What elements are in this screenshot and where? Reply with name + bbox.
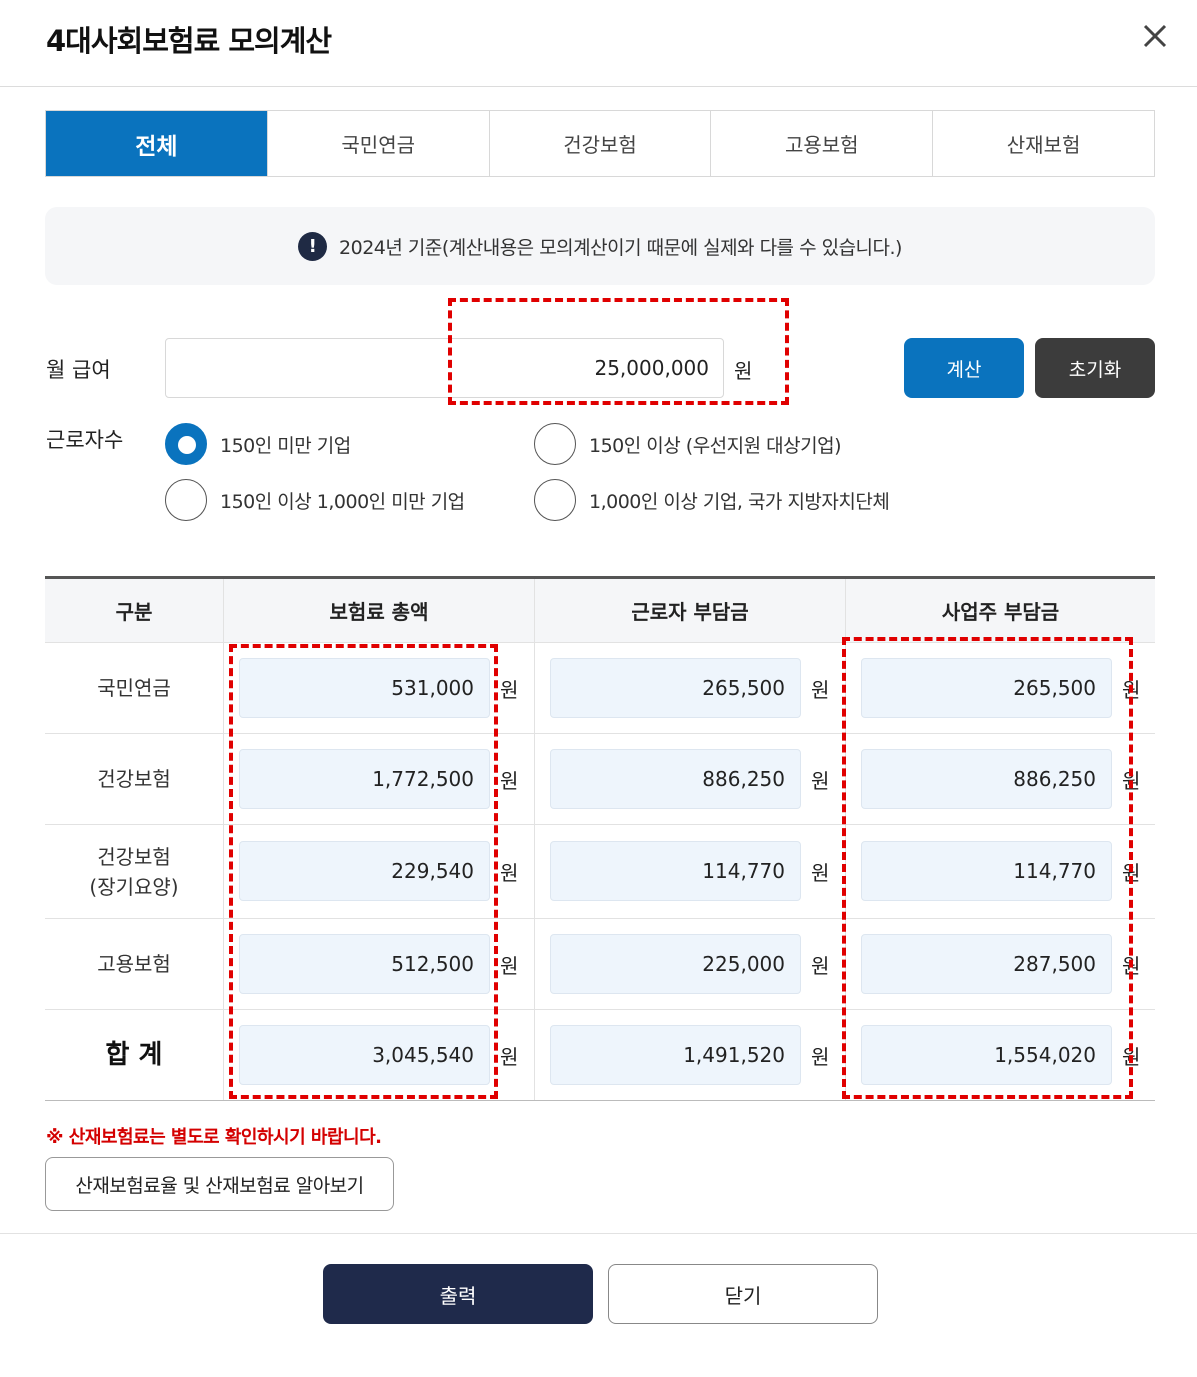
employer-value: 1,554,020 — [861, 1025, 1112, 1085]
employee-cell: 225,000 원 — [534, 919, 845, 1009]
unit-label: 원 — [811, 954, 830, 978]
radio-unselected-icon[interactable] — [165, 479, 207, 521]
tab-industrial-accident-insurance[interactable]: 산재보험 — [932, 111, 1154, 176]
radio-150-priority[interactable]: 150인 이상 (우선지원 대상기업) — [534, 423, 842, 465]
row-label: 국민연금 — [97, 676, 171, 700]
tab-bar: 전체 국민연금 건강보험 고용보험 산재보험 — [45, 110, 1155, 177]
unit-label: 원 — [811, 1045, 830, 1069]
table-header: 구분 보험료 총액 근로자 부담금 사업주 부담금 — [45, 579, 1155, 643]
notice-banner: ! 2024년 기준(계산내용은 모의계산이기 때문에 실제와 다를 수 있습니… — [45, 207, 1155, 285]
total-value: 229,540 — [239, 841, 490, 901]
employee-value: 886,250 — [550, 749, 801, 809]
dialog-header: 4대사회보험료 모의계산 — [0, 0, 1197, 87]
tab-health-insurance[interactable]: 건강보험 — [488, 111, 711, 176]
row-label: 건강보험 (장기요양) — [89, 844, 179, 899]
close-icon[interactable] — [1137, 18, 1173, 54]
employee-value: 265,500 — [550, 658, 801, 718]
salary-input[interactable] — [165, 338, 724, 398]
industrial-accident-info-button[interactable]: 산재보험료율 및 산재보험료 알아보기 — [45, 1157, 394, 1211]
unit-label: 원 — [500, 678, 519, 702]
unit-label: 원 — [811, 861, 830, 885]
employee-cell: 114,770 원 — [534, 825, 845, 918]
row-label: 건강보험 — [97, 767, 171, 791]
employer-cell: 287,500 원 — [845, 919, 1155, 1009]
premium-table: 구분 보험료 총액 근로자 부담금 사업주 부담금 국민연금 531,000 원 … — [45, 576, 1155, 1101]
employer-value: 265,500 — [861, 658, 1112, 718]
header-total: 보험료 총액 — [223, 579, 534, 642]
unit-label: 원 — [500, 769, 519, 793]
table-row: 국민연금 531,000 원 265,500 원 265,500 원 — [45, 643, 1155, 734]
unit-label: 원 — [1122, 1045, 1141, 1069]
row-label: 고용보험 — [97, 952, 171, 976]
tab-national-pension[interactable]: 국민연금 — [266, 111, 489, 176]
total-cell: 1,772,500 원 — [223, 734, 534, 824]
employer-cell: 265,500 원 — [845, 643, 1155, 733]
salary-unit: 원 — [734, 359, 753, 383]
employee-value: 225,000 — [550, 934, 801, 994]
radio-over-1000[interactable]: 1,000인 이상 기업, 국가 지방자치단체 — [534, 479, 890, 521]
salary-label: 월 급여 — [46, 358, 111, 382]
calculate-button[interactable]: 계산 — [904, 338, 1024, 398]
header-category: 구분 — [115, 600, 153, 624]
exclamation-icon: ! — [298, 231, 328, 261]
unit-label: 원 — [811, 678, 830, 702]
reset-button[interactable]: 초기화 — [1035, 338, 1155, 398]
radio-label: 1,000인 이상 기업, 국가 지방자치단체 — [589, 490, 890, 513]
close-button[interactable]: 닫기 — [608, 1264, 878, 1324]
unit-label: 원 — [811, 769, 830, 793]
radio-label: 150인 이상 (우선지원 대상기업) — [589, 434, 842, 457]
radio-label: 150인 이상 1,000인 미만 기업 — [220, 490, 465, 513]
total-cell: 229,540 원 — [223, 825, 534, 918]
dialog-title: 4대사회보험료 모의계산 — [46, 24, 332, 58]
header-employer: 사업주 부담금 — [845, 579, 1155, 642]
employee-value: 114,770 — [550, 841, 801, 901]
radio-under-150[interactable]: 150인 미만 기업 — [165, 423, 351, 465]
total-row-label: 합 계 — [105, 1040, 163, 1070]
employee-cell: 886,250 원 — [534, 734, 845, 824]
employer-value: 886,250 — [861, 749, 1112, 809]
employer-value: 287,500 — [861, 934, 1112, 994]
radio-selected-icon[interactable] — [165, 423, 207, 465]
table-total-row: 합 계 3,045,540 원 1,491,520 원 1,554,020 원 — [45, 1010, 1155, 1101]
total-cell: 512,500 원 — [223, 919, 534, 1009]
print-button[interactable]: 출력 — [323, 1264, 593, 1324]
unit-label: 원 — [500, 1045, 519, 1069]
employer-value: 114,770 — [861, 841, 1112, 901]
employee-cell: 265,500 원 — [534, 643, 845, 733]
total-value: 3,045,540 — [239, 1025, 490, 1085]
radio-label: 150인 미만 기업 — [220, 434, 351, 457]
radio-unselected-icon[interactable] — [534, 479, 576, 521]
unit-label: 원 — [1122, 954, 1141, 978]
tab-all[interactable]: 전체 — [46, 111, 267, 176]
employee-value: 1,491,520 — [550, 1025, 801, 1085]
total-value: 512,500 — [239, 934, 490, 994]
radio-unselected-icon[interactable] — [534, 423, 576, 465]
total-value: 1,772,500 — [239, 749, 490, 809]
table-row: 고용보험 512,500 원 225,000 원 287,500 원 — [45, 919, 1155, 1010]
header-employee: 근로자 부담금 — [534, 579, 845, 642]
total-value: 531,000 — [239, 658, 490, 718]
total-cell: 531,000 원 — [223, 643, 534, 733]
tab-employment-insurance[interactable]: 고용보험 — [710, 111, 932, 176]
unit-label: 원 — [1122, 861, 1141, 885]
table-row: 건강보험 1,772,500 원 886,250 원 886,250 원 — [45, 734, 1155, 825]
notice-text: 2024년 기준(계산내용은 모의계산이기 때문에 실제와 다를 수 있습니다.… — [339, 236, 902, 259]
unit-label: 원 — [500, 954, 519, 978]
unit-label: 원 — [1122, 769, 1141, 793]
table-row: 건강보험 (장기요양) 229,540 원 114,770 원 114,770 원 — [45, 825, 1155, 919]
warning-text: ※ 산재보험료는 별도로 확인하시기 바랍니다. — [46, 1127, 382, 1148]
total-cell: 3,045,540 원 — [223, 1010, 534, 1100]
unit-label: 원 — [500, 861, 519, 885]
employer-cell: 1,554,020 원 — [845, 1010, 1155, 1100]
unit-label: 원 — [1122, 678, 1141, 702]
employer-cell: 114,770 원 — [845, 825, 1155, 918]
employee-cell: 1,491,520 원 — [534, 1010, 845, 1100]
radio-150-to-1000[interactable]: 150인 이상 1,000인 미만 기업 — [165, 479, 465, 521]
employer-cell: 886,250 원 — [845, 734, 1155, 824]
workers-label: 근로자수 — [46, 428, 124, 452]
footer-divider — [0, 1233, 1197, 1234]
